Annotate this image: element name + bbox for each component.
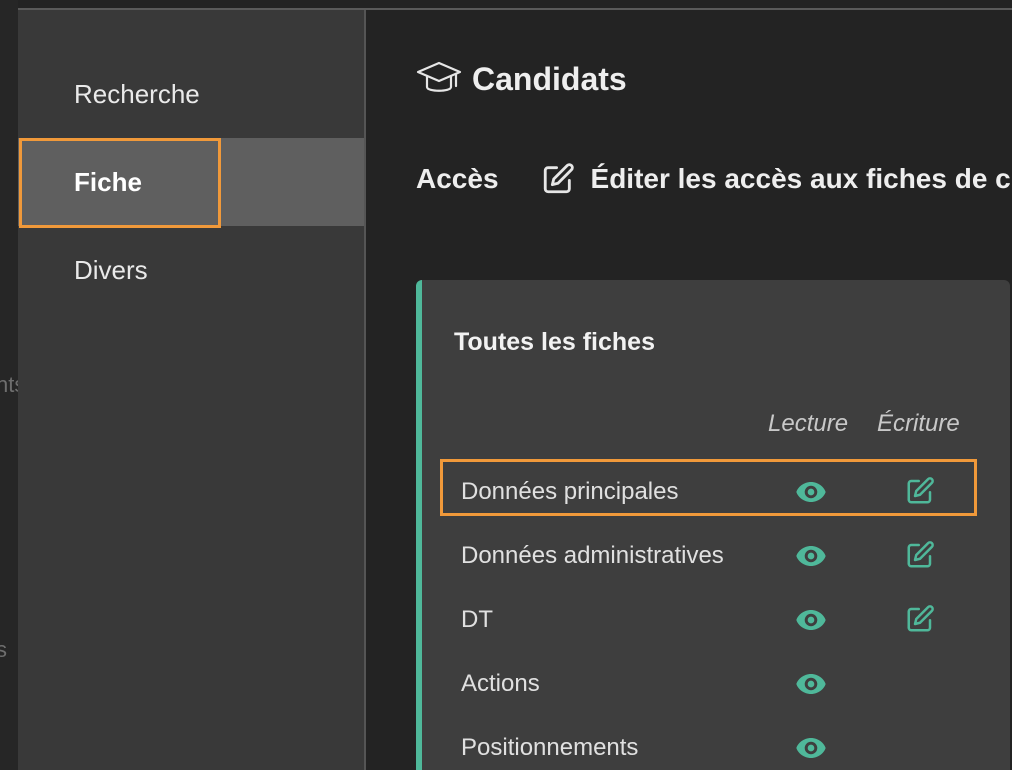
edit-icon[interactable] xyxy=(905,604,937,636)
main-content: Candidats Accès Éditer les accès aux fic… xyxy=(366,10,1012,770)
permission-row: Positionnements xyxy=(461,722,981,770)
sidebar-item-fiche[interactable]: Fiche xyxy=(18,138,364,226)
column-header-ecriture: Écriture xyxy=(877,410,960,437)
edit-icon[interactable] xyxy=(905,540,937,572)
page-title-text: Candidats xyxy=(472,60,627,97)
edit-access-label: Éditer les accès aux fiches de c xyxy=(590,163,1011,194)
page-title: Candidats xyxy=(416,60,627,98)
app-window: nts s Recherche Fiche Divers Candidats A… xyxy=(0,0,1012,770)
edit-icon[interactable] xyxy=(905,476,937,508)
permission-row-label: DT xyxy=(461,606,493,633)
sub-sidebar: Recherche Fiche Divers xyxy=(18,10,366,770)
permission-row-label: Positionnements xyxy=(461,734,639,761)
clipped-nav-text: s xyxy=(0,637,7,662)
edit-access-button[interactable]: Éditer les accès aux fiches de c xyxy=(541,162,1011,196)
access-row: Accès Éditer les accès aux fiches de c xyxy=(416,162,1011,196)
permission-row: Données administratives xyxy=(461,530,981,580)
eye-icon[interactable] xyxy=(795,540,827,572)
edit-icon xyxy=(543,163,574,194)
eye-icon[interactable] xyxy=(795,476,827,508)
eye-icon[interactable] xyxy=(795,668,827,700)
column-header-lecture: Lecture xyxy=(768,410,849,437)
permission-row: Données principales xyxy=(461,466,981,516)
outer-sidebar-edge: nts s xyxy=(0,0,18,770)
eye-icon[interactable] xyxy=(795,604,827,636)
permissions-card: Toutes les fiches Lecture Écriture Donné… xyxy=(416,280,1010,770)
clipped-nav-text: nts xyxy=(0,372,18,397)
sidebar-item-recherche[interactable]: Recherche xyxy=(18,50,364,138)
permission-row-label: Données administratives xyxy=(461,542,724,569)
permission-row-label: Actions xyxy=(461,670,540,697)
permission-row: DT xyxy=(461,594,981,644)
permission-row-label: Données principales xyxy=(461,478,679,505)
graduation-cap-icon xyxy=(416,61,462,92)
access-label: Accès xyxy=(416,163,499,194)
sidebar-item-divers[interactable]: Divers xyxy=(18,226,364,314)
card-title: Toutes les fiches xyxy=(454,328,655,356)
eye-icon[interactable] xyxy=(795,732,827,764)
permission-row: Actions xyxy=(461,658,981,708)
